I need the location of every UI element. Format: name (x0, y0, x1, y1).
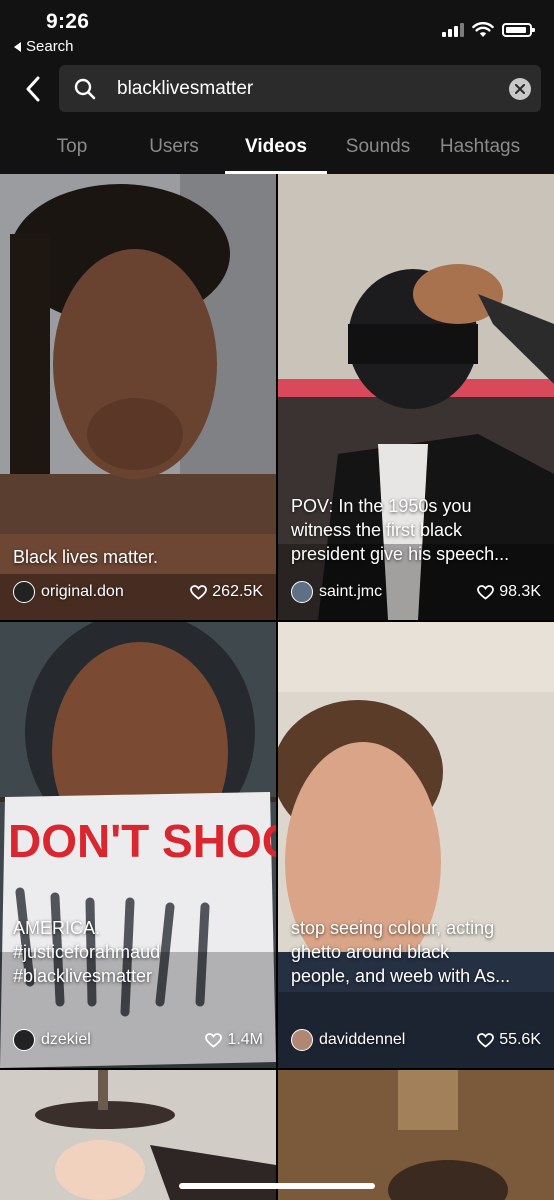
home-indicator[interactable] (179, 1183, 375, 1189)
video-username: original.don (41, 583, 124, 600)
video-card[interactable] (0, 1070, 276, 1200)
video-caption: stop seeing colour, acting ghetto around… (291, 918, 511, 986)
clear-search-button[interactable] (509, 77, 531, 100)
video-likes: 55.6K (477, 1031, 541, 1049)
back-to-app-label: Search (26, 38, 74, 55)
video-likes: 98.3K (477, 583, 541, 601)
avatar (291, 1029, 313, 1051)
avatar (13, 581, 35, 603)
status-icons (442, 22, 535, 38)
back-triangle-icon (14, 41, 21, 52)
search-input[interactable] (117, 77, 509, 100)
avatar (291, 581, 313, 603)
video-card[interactable]: POV: In the 1950s you witness the first … (278, 174, 554, 620)
search-icon (73, 77, 97, 101)
heart-icon (477, 584, 495, 600)
back-to-app-link[interactable]: Search (14, 38, 74, 55)
video-meta: daviddennel 55.6K (291, 1028, 541, 1052)
video-likes-count: 98.3K (499, 583, 541, 600)
video-caption: POV: In the 1950s you witness the first … (291, 496, 510, 564)
header: 9:26 Search blacklivesmatter Top Users V… (0, 0, 554, 174)
video-likes-count: 55.6K (499, 1031, 541, 1048)
avatar (13, 1029, 35, 1051)
video-likes-count: 1.4M (227, 1031, 263, 1048)
status-time: 9:26 (46, 10, 90, 33)
battery-icon (502, 23, 535, 37)
search-bar[interactable] (59, 65, 541, 112)
wifi-icon (472, 22, 494, 37)
video-thumbnail: DON'T SHOOT (0, 622, 276, 1068)
heart-icon (205, 1032, 223, 1048)
svg-text:DON'T SHOOT: DON'T SHOOT (8, 815, 276, 867)
video-thumbnail (278, 1070, 554, 1200)
video-meta: dzekiel 1.4M (13, 1028, 263, 1052)
tab-videos[interactable]: Videos (225, 130, 327, 174)
cellular-signal-icon (442, 23, 464, 37)
tab-top[interactable]: Top (21, 130, 123, 174)
video-likes: 262.5K (190, 583, 263, 601)
heart-icon (477, 1032, 495, 1048)
tab-hashtags[interactable]: Hashtags (429, 130, 531, 174)
video-username: daviddennel (319, 1031, 406, 1048)
video-card[interactable]: DON'T SHOOT AMERICA. #justiceforahmaud #… (0, 622, 276, 1068)
video-likes: 1.4M (205, 1031, 263, 1049)
close-icon (515, 83, 525, 94)
video-card[interactable]: stop seeing colour, acting ghetto around… (278, 622, 554, 1068)
back-button[interactable] (18, 72, 48, 106)
video-thumbnail (0, 1070, 276, 1200)
tab-sounds[interactable]: Sounds (327, 130, 429, 174)
video-caption: AMERICA. #justiceforahmaud #blacklivesma… (13, 918, 161, 986)
tab-users[interactable]: Users (123, 130, 225, 174)
video-meta: original.don 262.5K (13, 580, 263, 604)
video-card[interactable]: Black lives matter. original.don 262.5K (0, 174, 276, 620)
video-card[interactable] (278, 1070, 554, 1200)
search-tabs: Top Users Videos Sounds Hashtags (0, 130, 554, 174)
video-likes-count: 262.5K (212, 583, 263, 600)
video-thumbnail (278, 622, 554, 1068)
chevron-left-icon (26, 76, 40, 102)
heart-icon (190, 584, 208, 600)
video-caption: Black lives matter. (13, 547, 159, 567)
video-meta: saint.jmc 98.3K (291, 580, 541, 604)
video-username: dzekiel (41, 1031, 91, 1048)
video-username: saint.jmc (319, 583, 383, 600)
